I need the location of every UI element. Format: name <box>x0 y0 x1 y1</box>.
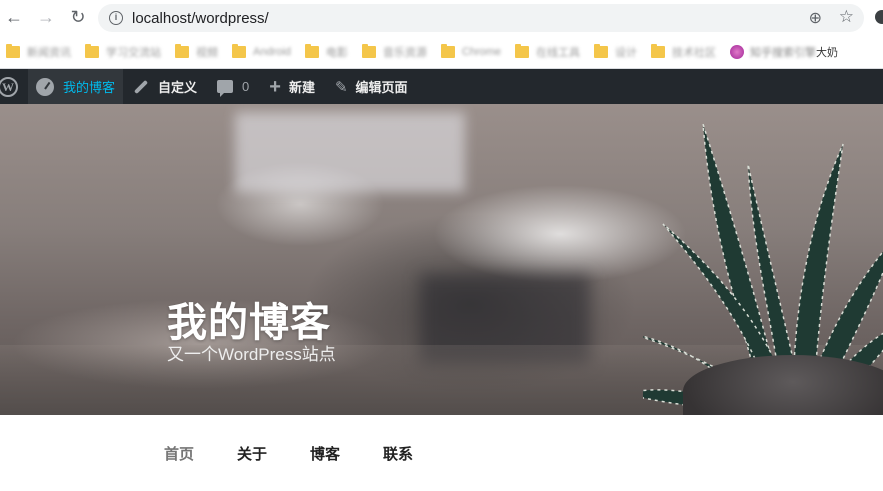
bookmark-folder[interactable]: 音乐资源 <box>361 43 427 60</box>
header-hero-image: 我的博客 又一个WordPress站点 <box>0 104 883 415</box>
bookmark-label: 新闻资讯 <box>27 46 71 59</box>
bookmark-folder[interactable]: Chrome <box>440 43 502 58</box>
pencil-icon: ✎ <box>334 78 348 96</box>
bookmark-label: 技术社区 <box>672 46 717 59</box>
site-name-label: 我的博客 <box>63 80 116 95</box>
forward-arrow-icon[interactable]: → <box>34 6 58 30</box>
site-description: 又一个WordPress站点 <box>167 345 336 364</box>
nav-item-blog[interactable]: 博客 <box>310 443 340 464</box>
bookmark-label: 音乐资源 <box>382 46 427 59</box>
comment-count: 0 <box>242 79 250 94</box>
bookmarks-bar: 新闻资讯 学习交流站 视频 Android 电影 音乐资源 Chrome 在线工… <box>0 35 883 69</box>
bookmark-label: 学习交流站 <box>106 46 161 59</box>
nav-item-home[interactable]: 首页 <box>164 443 194 464</box>
folder-icon <box>304 43 319 58</box>
bookmark-folder[interactable]: 学习交流站 <box>85 43 161 60</box>
site-info-icon[interactable]: i <box>109 11 123 25</box>
folder-icon <box>651 43 666 58</box>
profile-avatar[interactable] <box>875 10 883 24</box>
back-arrow-icon[interactable]: ← <box>2 6 26 30</box>
plus-icon: + <box>269 75 281 98</box>
edit-page-label: 编辑页面 <box>355 80 408 95</box>
folder-icon <box>440 43 455 58</box>
bookmark-link[interactable]: 知乎搜索引擎大奶 <box>730 44 838 60</box>
paintbrush-icon <box>133 79 149 94</box>
bookmark-label: Chrome <box>461 45 502 58</box>
customize-label: 自定义 <box>158 80 198 95</box>
folder-icon <box>85 43 99 58</box>
bookmark-label: 视频 <box>196 46 218 59</box>
customize-menu[interactable]: 自定义 <box>123 69 207 104</box>
bookmark-folder[interactable]: 新闻资讯 <box>6 43 71 60</box>
bookmark-label: 知乎搜索引擎大奶 <box>750 44 838 60</box>
new-content-menu[interactable]: + 新建 <box>259 69 325 104</box>
site-favicon-icon <box>730 44 745 59</box>
edit-page-menu[interactable]: ✎ 编辑页面 <box>325 69 418 104</box>
site-name-menu[interactable]: 我的博客 <box>28 69 124 104</box>
bookmark-folder[interactable]: 设计 <box>594 43 638 60</box>
address-bar[interactable]: i localhost/wordpress/ ⊕ ☆ <box>98 4 864 32</box>
nav-item-about[interactable]: 关于 <box>237 443 267 464</box>
comments-menu[interactable]: 0 <box>207 69 259 104</box>
folder-icon <box>232 43 246 58</box>
folder-icon <box>594 43 609 58</box>
bookmark-star-icon[interactable]: ☆ <box>839 7 854 27</box>
dashboard-icon <box>36 77 54 96</box>
bookmark-label-visible: 大奶 <box>816 46 839 59</box>
browser-toolbar: ← → ↻ i localhost/wordpress/ ⊕ ☆ <box>0 0 883 35</box>
bookmark-folder[interactable]: 在线工具 <box>515 43 581 60</box>
wordpress-logo-icon: W <box>0 76 18 97</box>
folder-icon <box>361 43 376 58</box>
nav-item-contact[interactable]: 联系 <box>383 443 413 464</box>
bookmark-label: Android <box>253 45 291 58</box>
folder-icon <box>175 43 189 58</box>
reload-icon[interactable]: ↻ <box>66 6 90 30</box>
new-label: 新建 <box>288 80 315 95</box>
wp-logo-menu[interactable]: W <box>0 69 28 104</box>
wp-admin-bar: W 我的博客 自定义 0 + 新建 ✎ 编辑页面 <box>0 69 883 104</box>
bookmark-label: 设计 <box>615 46 638 59</box>
bookmark-label-blurred: 知乎搜索引擎 <box>750 46 817 59</box>
bookmark-folder[interactable]: 技术社区 <box>651 43 717 60</box>
bookmark-label: 电影 <box>325 46 348 59</box>
bookmark-folder[interactable]: 电影 <box>304 43 348 60</box>
primary-navigation: 首页 关于 博客 联系 <box>0 415 883 491</box>
url-text[interactable]: localhost/wordpress/ <box>132 10 269 27</box>
comment-bubble-icon <box>217 80 234 97</box>
folder-icon <box>515 43 530 58</box>
bookmark-folder[interactable]: Android <box>232 43 291 58</box>
zoom-icon[interactable]: ⊕ <box>809 8 822 28</box>
bookmark-label: 在线工具 <box>536 46 581 59</box>
bookmark-folder[interactable]: 视频 <box>175 43 218 60</box>
folder-icon <box>6 43 20 58</box>
hero-background-window <box>235 112 465 192</box>
